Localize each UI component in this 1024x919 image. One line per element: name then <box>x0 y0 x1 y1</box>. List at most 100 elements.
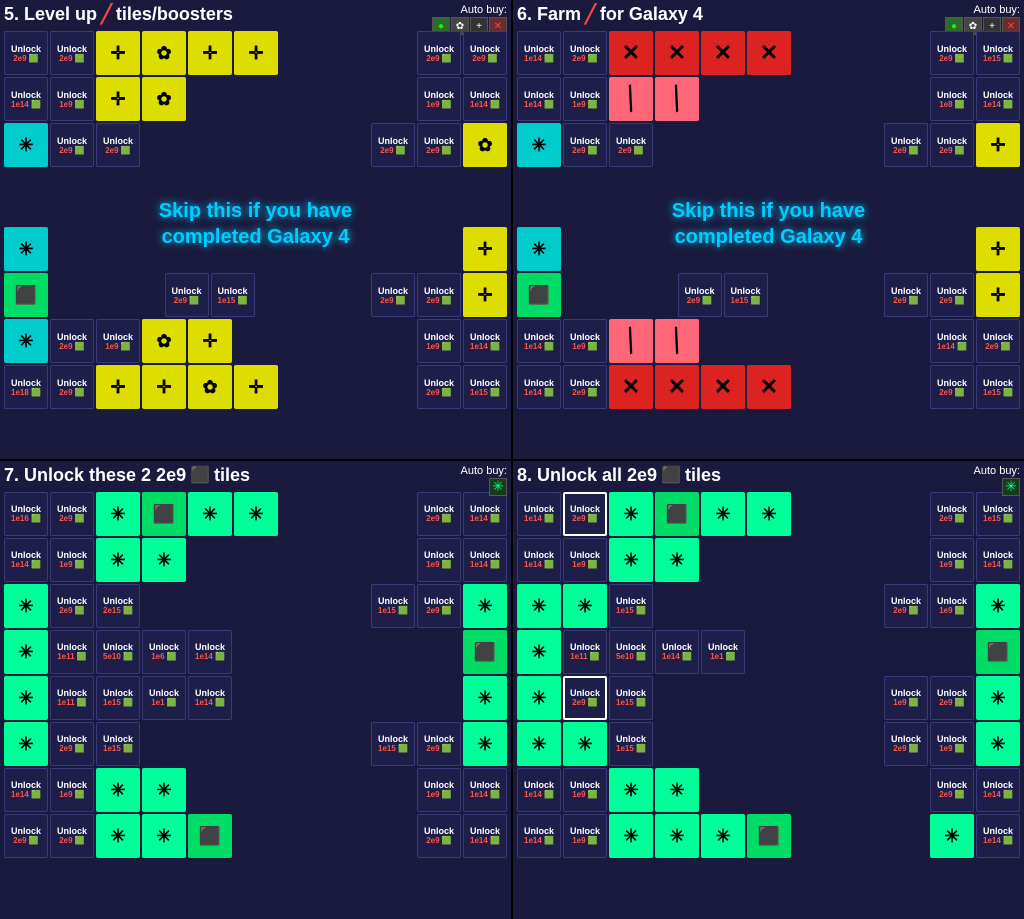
tile-yellow-move9[interactable]: ✛ <box>142 365 186 409</box>
q4-r7c2[interactable]: Unlock1e9 🟩 <box>563 768 607 812</box>
q4-r7c1[interactable]: Unlock1e14 🟩 <box>517 768 561 812</box>
q3-r2c6[interactable]: Unlock1e9 🟩 <box>417 538 461 582</box>
q3-r4c3[interactable]: Unlock5e10 🟩 <box>96 630 140 674</box>
q4-cube-r4[interactable]: ⬛ <box>976 630 1020 674</box>
q2-star-r4[interactable]: ✳ <box>517 227 561 271</box>
tile-yellow-move3[interactable]: ✛ <box>234 31 278 75</box>
q4-bg-star6[interactable]: ✳ <box>563 584 607 628</box>
q2-tile-rd-x5[interactable]: ✕ <box>609 365 653 409</box>
tile-unlock-r6c2[interactable]: Unlock2e9 🟩 <box>50 319 94 363</box>
tile-yellow-gear1[interactable]: ✿ <box>142 31 186 75</box>
q3-r4c2[interactable]: Unlock1e11 🟩 <box>50 630 94 674</box>
q3-bg-star7b[interactable]: ✳ <box>142 768 186 812</box>
q3-star-left2[interactable]: ✳ <box>4 630 48 674</box>
q3-r2c1[interactable]: Unlock1e14 🟩 <box>4 538 48 582</box>
q4-r3c5[interactable]: Unlock2e9 🟩 <box>884 584 928 628</box>
q4-gn-cube1[interactable]: ⬛ <box>655 492 699 536</box>
q2-tile-r5c3[interactable]: Unlock2e9 🟩 <box>678 273 722 317</box>
q2-tile-r5c6[interactable]: Unlock2e9 🟩 <box>884 273 928 317</box>
q4-r1c8[interactable]: Unlock1e15 🟩 <box>976 492 1020 536</box>
q2-tile-r2c7[interactable]: Unlock1e14 🟩 <box>976 77 1020 121</box>
q4-r7c6[interactable]: Unlock2e9 🟩 <box>930 768 974 812</box>
q4-r4c2[interactable]: Unlock1e11 🟩 <box>563 630 607 674</box>
tile-unlock-r7c1[interactable]: Unlock1e18 🟩 <box>4 365 48 409</box>
q3-r8c2[interactable]: Unlock2e9 🟩 <box>50 814 94 858</box>
q4-bg-star8b[interactable]: ✳ <box>655 768 699 812</box>
q4-star-right4[interactable]: ✳ <box>976 722 1020 766</box>
tile-unlock-r7c7[interactable]: Unlock2e9 🟩 <box>417 365 461 409</box>
tile-unlock-r5c6[interactable]: Unlock2e9 🟩 <box>417 273 461 317</box>
q2-tile-r3c3[interactable]: Unlock2e9 🟩 <box>609 123 653 167</box>
tile-unlock-r2c1[interactable]: Unlock1e14 🟩 <box>4 77 48 121</box>
q2-tile-yl-move3[interactable]: ✛ <box>976 273 1020 317</box>
q3-bg-star5[interactable]: ✳ <box>142 538 186 582</box>
q2-star-r3[interactable]: ✳ <box>517 123 561 167</box>
q4-r4c3[interactable]: Unlock5e10 🟩 <box>609 630 653 674</box>
q2-tile-r6c6[interactable]: Unlock1e14 🟩 <box>930 319 974 363</box>
tile-unlock-r6c7[interactable]: Unlock1e9 🟩 <box>417 319 461 363</box>
tile-star-r6[interactable]: ✳ <box>4 319 48 363</box>
q4-r2c1[interactable]: Unlock1e14 🟩 <box>517 538 561 582</box>
tile-yellow-move8[interactable]: ✛ <box>96 365 140 409</box>
q4-bg-star5[interactable]: ✳ <box>655 538 699 582</box>
q4-bg-star1[interactable]: ✳ <box>609 492 653 536</box>
q4-r1c2[interactable]: Unlock2e9 🟩 <box>563 492 607 536</box>
tile-yellow-gear4[interactable]: ✿ <box>142 319 186 363</box>
q2-tile-red-x3[interactable]: ✕ <box>701 31 745 75</box>
q2-cube-r5[interactable]: ⬛ <box>517 273 561 317</box>
q2-tile-r7c2[interactable]: Unlock2e9 🟩 <box>563 365 607 409</box>
tile-unlock-r5c5[interactable]: Unlock2e9 🟩 <box>371 273 415 317</box>
q3-star-left3[interactable]: ✳ <box>4 676 48 720</box>
q3-star-right4[interactable]: ✳ <box>463 722 507 766</box>
q3-r7c7[interactable]: Unlock1e14 🟩 <box>463 768 507 812</box>
q3-r1c1[interactable]: Unlock1e16 🟩 <box>4 492 48 536</box>
q2-tile-r7c8[interactable]: Unlock1e15 🟩 <box>976 365 1020 409</box>
q3-bg-star4[interactable]: ✳ <box>96 538 140 582</box>
tile-star-r3[interactable]: ✳ <box>4 123 48 167</box>
q2-tile-r7c7[interactable]: Unlock2e9 🟩 <box>930 365 974 409</box>
q4-r1c7[interactable]: Unlock2e9 🟩 <box>930 492 974 536</box>
q3-ab-star-btn[interactable]: ✳ <box>489 478 507 496</box>
q4-bg-star9c[interactable]: ✳ <box>701 814 745 858</box>
q4-r3c6[interactable]: Unlock1e9 🟩 <box>930 584 974 628</box>
q4-star-left3[interactable]: ✳ <box>517 676 561 720</box>
q3-r5c3[interactable]: Unlock1e15 🟩 <box>96 676 140 720</box>
q4-r4c4[interactable]: Unlock1e14 🟩 <box>655 630 699 674</box>
q2-tile-r2c6[interactable]: Unlock1e8 🟩 <box>930 77 974 121</box>
tile-unlock-r1c2[interactable]: Unlock2e9 🟩 <box>50 31 94 75</box>
tile-yellow-move1[interactable]: ✛ <box>96 31 140 75</box>
q4-r7c7[interactable]: Unlock1e14 🟩 <box>976 768 1020 812</box>
q3-brightg-star1[interactable]: ✳ <box>96 492 140 536</box>
q2-tile-r5c4[interactable]: Unlock1e15 🟩 <box>724 273 768 317</box>
q2-tile-r1c8[interactable]: Unlock1e15 🟩 <box>976 31 1020 75</box>
tile-yellow-move5[interactable]: ✛ <box>463 227 507 271</box>
tile-yellow-move10[interactable]: ✛ <box>234 365 278 409</box>
tile-unlock-r1c8[interactable]: Unlock2e9 🟩 <box>463 31 507 75</box>
q3-r2c2[interactable]: Unlock1e9 🟩 <box>50 538 94 582</box>
tile-unlock-r7c8[interactable]: Unlock1e15 🟩 <box>463 365 507 409</box>
q4-r5c3[interactable]: Unlock1e15 🟩 <box>609 676 653 720</box>
q3-r1c2[interactable]: Unlock2e9 🟩 <box>50 492 94 536</box>
q4-ab-star-btn[interactable]: ✳ <box>1002 478 1020 496</box>
q4-star-left1[interactable]: ✳ <box>517 584 561 628</box>
q4-r5c5[interactable]: Unlock1e9 🟩 <box>884 676 928 720</box>
q2-tile-rd-x6[interactable]: ✕ <box>655 365 699 409</box>
tile-unlock-r6c8[interactable]: Unlock1e14 🟩 <box>463 319 507 363</box>
q2-tile-r7c1[interactable]: Unlock1e14 🟩 <box>517 365 561 409</box>
q4-bg-star3[interactable]: ✳ <box>747 492 791 536</box>
q3-r6c3[interactable]: Unlock1e15 🟩 <box>96 722 140 766</box>
q3-r5c4[interactable]: Unlock1e1 🟩 <box>142 676 186 720</box>
q2-tile-red-x1[interactable]: ✕ <box>609 31 653 75</box>
q3-r6c2[interactable]: Unlock2e9 🟩 <box>50 722 94 766</box>
q3-bg-star7a[interactable]: ✳ <box>96 768 140 812</box>
tile-yellow-move7[interactable]: ✛ <box>188 319 232 363</box>
tile-unlock-r1c7[interactable]: Unlock2e9 🟩 <box>417 31 461 75</box>
q4-bg-star9a[interactable]: ✳ <box>609 814 653 858</box>
q2-tile-r1c7[interactable]: Unlock2e9 🟩 <box>930 31 974 75</box>
q2-tile-r6c2[interactable]: Unlock1e9 🟩 <box>563 319 607 363</box>
tile-yellow-gear3[interactable]: ✿ <box>463 123 507 167</box>
q4-bg-star2[interactable]: ✳ <box>701 492 745 536</box>
q4-r1c1[interactable]: Unlock1e14 🟩 <box>517 492 561 536</box>
q4-r8c8[interactable]: Unlock1e14 🟩 <box>976 814 1020 858</box>
q3-cube-right2[interactable]: ⬛ <box>463 630 507 674</box>
